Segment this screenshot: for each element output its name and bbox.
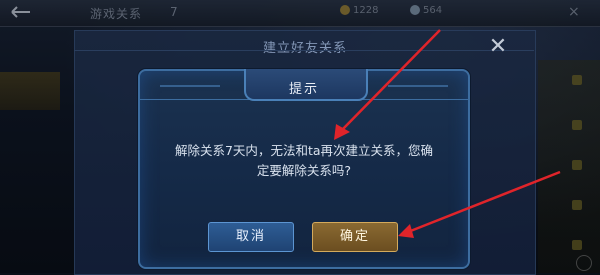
watermark-icon [576, 255, 592, 271]
divider [74, 50, 534, 51]
cancel-button[interactable]: 取消 [208, 222, 294, 252]
top-bar: 游戏关系 7 1228 564 × [0, 0, 600, 27]
list-item-icon [572, 160, 582, 170]
list-item-icon [572, 120, 582, 130]
prompt-message-line: 定要解除关系吗? [256, 163, 352, 178]
currency-b: 564 [410, 5, 442, 16]
prompt-dialog: 提示 解除关系7天内，无法和ta再次建立关系，您确 定要解除关系吗? 取消 确定 [138, 69, 470, 269]
confirm-button[interactable]: 确定 [312, 222, 398, 252]
list-item-icon [572, 240, 582, 250]
top-count: 7 [170, 5, 178, 19]
list-item-icon [572, 75, 582, 85]
coin-icon [340, 5, 350, 15]
top-close-icon[interactable]: × [568, 4, 580, 20]
left-side-tag [0, 72, 60, 110]
top-title: 游戏关系 [90, 7, 143, 21]
prompt-dialog-header: 提示 [140, 69, 468, 101]
coupon-icon [410, 5, 420, 15]
relationship-dialog-title: 建立好友关系 [262, 41, 347, 56]
back-arrow-icon[interactable] [10, 5, 32, 19]
currency-a: 1228 [340, 5, 378, 16]
prompt-title: 提示 [288, 82, 319, 97]
list-item-icon [572, 200, 582, 210]
prompt-message: 解除关系7天内，无法和ta再次建立关系，您确 定要解除关系吗? [158, 141, 450, 181]
prompt-message-line: 解除关系7天内，无法和ta再次建立关系，您确 [174, 143, 433, 158]
close-icon[interactable]: ✕ [485, 34, 511, 60]
right-side-list [538, 60, 600, 273]
